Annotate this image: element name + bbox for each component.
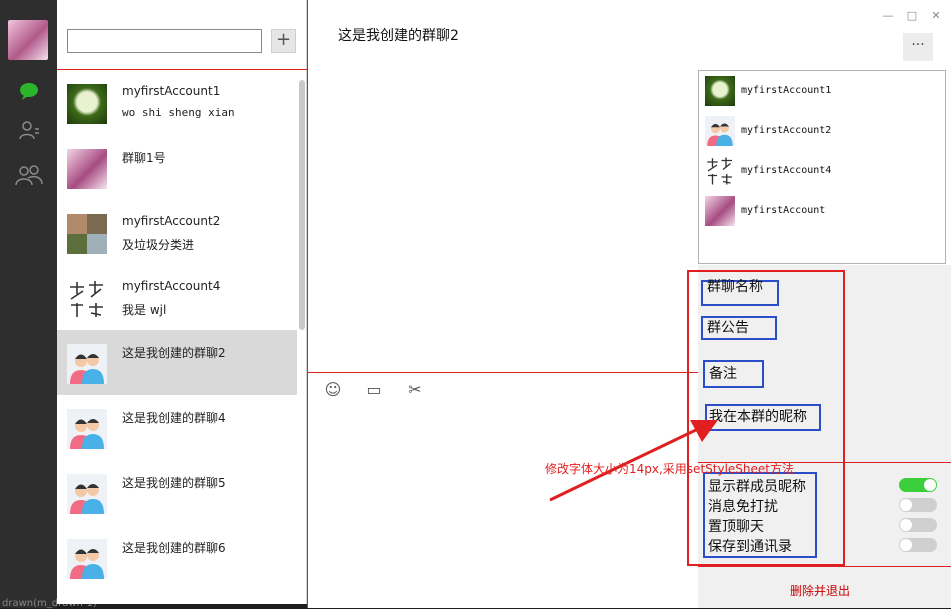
close-button[interactable]: ✕ (927, 8, 945, 24)
member-item[interactable]: myfirstAccount (705, 196, 935, 228)
conversation-item[interactable]: 群聊1号 (57, 135, 297, 200)
emoji-icon[interactable]: ☺ (321, 380, 345, 402)
scissors-icon[interactable]: ✂ (403, 380, 427, 402)
search-input[interactable] (67, 29, 262, 53)
save-contacts-toggle[interactable] (899, 538, 937, 552)
chat-title: 这是我创建的群聊2 (338, 28, 459, 44)
conversation-avatar (67, 279, 107, 319)
maximize-button[interactable]: □ (903, 8, 921, 24)
group-name-field[interactable]: 群聊名称 (701, 280, 779, 306)
conversation-item[interactable]: 这是我创建的群聊5 (57, 460, 297, 525)
conversation-name: 这是我创建的群聊5 (122, 476, 226, 490)
conversation-avatar (67, 214, 107, 254)
divider (698, 566, 951, 567)
calligraphy-avatar-icon (70, 281, 103, 317)
pin-toggle[interactable] (899, 518, 937, 532)
conversation-item[interactable]: myfirstAccount4 我是 wjl (57, 265, 297, 330)
remark-field[interactable]: 备注 (703, 360, 764, 388)
conversation-name: 这是我创建的群聊4 (122, 411, 226, 425)
group-avatar-icon (67, 474, 107, 514)
member-avatar-icon (705, 116, 735, 146)
member-avatar (705, 76, 735, 106)
group-avatar-icon (67, 409, 107, 449)
conversation-name: myfirstAccount2 (122, 214, 221, 228)
conversation-item-selected[interactable]: 这是我创建的群聊2 (57, 330, 297, 395)
member-name: myfirstAccount4 (741, 165, 832, 176)
conversation-name: myfirstAccount4 (122, 279, 221, 293)
conversation-item[interactable]: 这是我创建的群聊4 (57, 395, 297, 460)
member-avatar (705, 196, 735, 226)
pin-label: 置顶聊天 (708, 519, 764, 535)
contacts-icon[interactable] (0, 115, 57, 145)
mute-toggle[interactable] (899, 498, 937, 512)
add-button[interactable]: + (271, 29, 296, 53)
conversation-name: 这是我创建的群聊2 (122, 346, 226, 360)
conversation-name: myfirstAccount1 (122, 84, 221, 98)
groups-icon[interactable] (0, 160, 57, 190)
group-avatar-icon (67, 539, 107, 579)
save-contacts-label: 保存到通讯录 (708, 539, 792, 555)
delete-exit-button[interactable]: 删除并退出 (790, 582, 850, 599)
conversation-message: wo shi sheng xian (122, 106, 235, 119)
conversation-item[interactable]: myfirstAccount1 wo shi sheng xian (57, 70, 297, 135)
member-name: myfirstAccount (741, 205, 826, 216)
member-item[interactable]: myfirstAccount4 (705, 156, 935, 188)
user-avatar[interactable] (8, 20, 48, 60)
conversation-avatar (67, 149, 107, 189)
divider (307, 372, 699, 373)
minimize-button[interactable]: — (879, 8, 897, 24)
show-nicknames-toggle[interactable] (899, 478, 937, 492)
more-options-button[interactable]: ··· (903, 33, 933, 61)
conversation-item[interactable]: myfirstAccount2 及垃圾分类进 (57, 200, 297, 265)
member-name: myfirstAccount2 (741, 125, 832, 136)
conversation-item[interactable]: 这是我创建的群聊6 (57, 525, 297, 590)
conversation-message: 及垃圾分类进 (122, 238, 195, 252)
conversation-name: 群聊1号 (122, 151, 166, 165)
group-avatar-icon (67, 344, 107, 384)
member-item[interactable]: myfirstAccount1 (705, 76, 935, 108)
conversation-name: 这是我创建的群聊6 (122, 541, 226, 555)
calligraphy-avatar-icon (705, 156, 735, 186)
conversation-message: 我是 wjl (122, 303, 167, 317)
conversation-scrollbar[interactable] (299, 80, 305, 330)
member-name: myfirstAccount1 (741, 85, 832, 96)
announcement-field[interactable]: 群公告 (701, 316, 777, 340)
conversation-avatar (67, 84, 107, 124)
folder-icon[interactable]: ▭ (362, 380, 386, 402)
member-item[interactable]: myfirstAccount2 (705, 116, 935, 148)
annotation-text: 修改字体大小为14px,采用setStyleSheet方法 (545, 462, 794, 476)
chat-icon[interactable] (0, 76, 57, 106)
